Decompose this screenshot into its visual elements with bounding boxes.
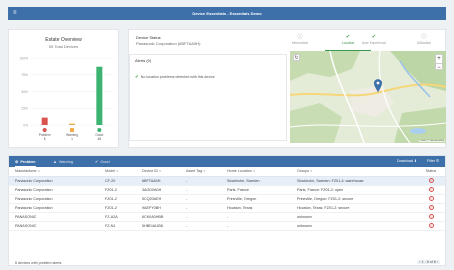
- tab-good[interactable]: ✔ Good: [95, 156, 110, 167]
- table-row[interactable]: PANASONIC FZ-N1 5HBD4A1B8 - - unknown !: [9, 221, 445, 231]
- tab-warning[interactable]: ▲ Warning: [53, 156, 73, 167]
- devices-table: Manufacturer ⇅ Model ⇅ Device ID ⇅ Asset…: [9, 167, 445, 231]
- sort-icon: ⇅: [310, 169, 313, 174]
- table-row[interactable]: Panasonic Corporation FZ01-2 3AGD0A0H - …: [9, 185, 445, 195]
- check-icon: ✔: [135, 74, 139, 79]
- column-header-groups[interactable]: Groups ⇅: [291, 167, 417, 177]
- bar-count: 48: [98, 137, 102, 141]
- sort-icon: ⇅: [203, 169, 206, 174]
- error-icon: !: [428, 223, 434, 228]
- tab-problem[interactable]: ⊘ Problem: [15, 156, 36, 167]
- error-icon: !: [428, 205, 434, 210]
- map-tiles: [290, 51, 446, 143]
- alerts-heading: Alerts (0): [135, 58, 152, 63]
- zoom-control: + −: [435, 54, 443, 71]
- bar-good: [96, 66, 103, 125]
- bar-count: 1: [71, 137, 73, 141]
- download-button[interactable]: Download ⬇: [397, 156, 417, 167]
- sort-icon: ⇅: [37, 169, 41, 174]
- device-name: Panasonic Corporation (6BFTAA0H): [136, 41, 201, 46]
- column-header-device-id[interactable]: Device ID ⇅: [136, 167, 180, 177]
- column-header-model[interactable]: Model ⇅: [99, 167, 136, 177]
- info-icon: ⓘ: [297, 34, 303, 40]
- devices-table-card: ⊘ Problem ▲ Warning ✔ Good Download ⬇ Filte…: [8, 155, 446, 266]
- table-footer-summary: 6 devices with problem alerts: [15, 261, 62, 265]
- device-status-label: Device Status: [136, 35, 161, 40]
- check-icon: [97, 128, 102, 132]
- menu-icon[interactable]: ≡: [13, 10, 17, 16]
- table-row[interactable]: Panasonic Corporation FZ01-2 9AEFY0BH - …: [9, 203, 445, 213]
- next-page-icon[interactable]: ›: [437, 260, 438, 264]
- alerts-message: ✔ No location problems detected with this…: [135, 74, 215, 79]
- y-tick-label: 100%: [20, 56, 29, 60]
- info-icon: ⓘ: [421, 34, 427, 40]
- tab-user-experience[interactable]: ✔ User Experience: [351, 33, 397, 51]
- table-toolbar: ⊘ Problem ▲ Warning ✔ Good Download ⬇ Filte…: [9, 156, 445, 167]
- column-header-manufacturer[interactable]: Manufacturer ⇅: [9, 167, 99, 177]
- tab-information[interactable]: ⓘ Information: [277, 33, 323, 51]
- estate-overview-chart: 100%75%50%25%0%Problem6Warning1Good48: [20, 56, 113, 141]
- sort-icon: ⇅: [159, 169, 162, 174]
- prev-page-icon[interactable]: ‹: [419, 260, 420, 264]
- zoom-in-button[interactable]: +: [436, 55, 442, 63]
- error-icon: !: [428, 214, 434, 219]
- pagination[interactable]: ‹ 1 - 6 of 6 ›: [417, 260, 440, 264]
- column-header-status[interactable]: Status: [417, 167, 445, 177]
- bar-problem: [41, 117, 48, 125]
- check-icon: ✔: [371, 34, 377, 40]
- error-icon: !: [428, 187, 434, 192]
- bar-warning: [69, 123, 75, 125]
- alerts-panel: Alerts (0) ✔ No location problems detecte…: [129, 54, 287, 141]
- check-icon: ✔: [95, 159, 99, 164]
- y-tick-label: 0%: [23, 123, 28, 127]
- table-row[interactable]: Panasonic Corporation CF-20 6BFTAA0H - S…: [9, 176, 445, 186]
- error-icon: ⊘: [15, 159, 19, 164]
- table-row[interactable]: Panasonic Corporation FZ01-2 5CQ20AEH - …: [9, 194, 445, 204]
- y-tick-label: 25%: [21, 107, 28, 111]
- warning-icon: [70, 128, 74, 132]
- error-icon: !: [428, 196, 434, 201]
- app-title: Device Essentials - Essentials Demo: [192, 11, 262, 16]
- error-icon: [42, 128, 47, 132]
- error-icon: !: [428, 178, 434, 183]
- app-header: ≡ Device Essentials - Essentials Demo: [8, 7, 446, 20]
- warning-icon: ▲: [53, 159, 57, 164]
- zoom-out-button[interactable]: −: [436, 63, 442, 71]
- column-header-asset-tag[interactable]: Asset Tag ⇅: [180, 167, 221, 177]
- sort-icon: ⇅: [252, 169, 256, 174]
- y-tick-label: 75%: [21, 73, 28, 77]
- location-map[interactable]: ↻ + − Leaflet | © OpenStreetMap: [290, 51, 446, 143]
- y-tick-label: 50%: [21, 90, 28, 94]
- download-icon: ⬇: [413, 159, 417, 163]
- bar-count: 6: [44, 137, 46, 141]
- estate-overview-card: Estate Overview 55 Total Devices 100% 75%…: [8, 29, 119, 148]
- table-row[interactable]: PANASONIC FZ-A2A 6CK0A0HBB - - unknown !: [9, 212, 445, 222]
- table-header-row: Manufacturer ⇅ Model ⇅ Device ID ⇅ Asset…: [9, 167, 445, 177]
- tab-utilization[interactable]: ⓘ Utilization: [401, 33, 447, 51]
- refresh-icon[interactable]: ↻: [293, 54, 300, 61]
- column-header-home-location[interactable]: Home Location ⇅: [221, 167, 291, 177]
- sort-icon: ⇅: [116, 169, 119, 174]
- filter-icon: ☰: [436, 159, 440, 163]
- filter-button[interactable]: Filter ☰: [427, 156, 439, 167]
- map-attribution[interactable]: Leaflet | © OpenStreetMap: [419, 140, 445, 142]
